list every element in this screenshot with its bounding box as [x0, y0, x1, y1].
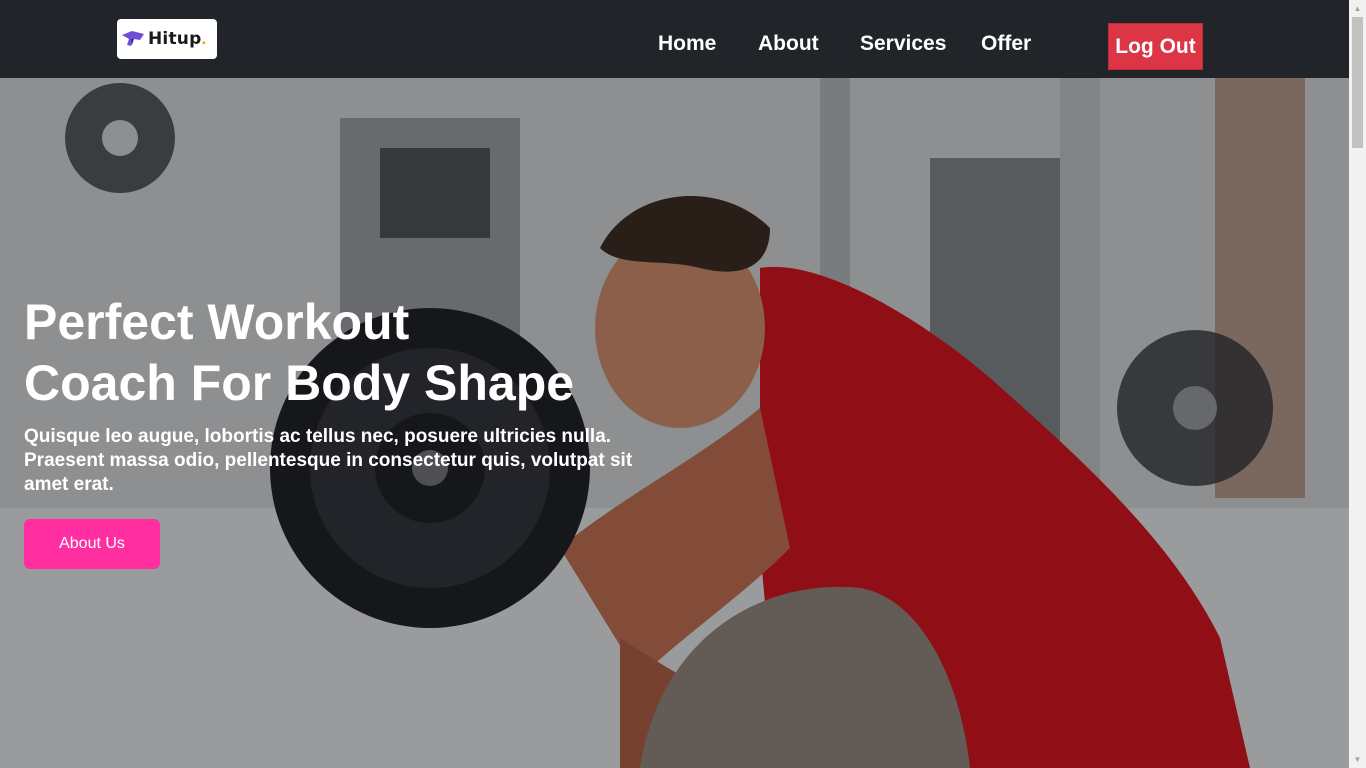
logout-button[interactable]: Log Out [1108, 23, 1203, 70]
hero-title: Perfect Workout Coach For Body Shape [24, 292, 664, 414]
hero-description: Quisque leo augue, lobortis ac tellus ne… [24, 426, 633, 495]
scroll-down-arrow-icon[interactable]: ▼ [1349, 751, 1366, 768]
top-navbar: Hitup. Home About Services Offer Log Out [0, 0, 1349, 78]
brand-dot: . [201, 29, 207, 48]
hero-section: Perfect Workout Coach For Body Shape Qui… [0, 78, 1349, 768]
brand-name: Hitup [148, 29, 202, 49]
nav-services[interactable]: Services [860, 32, 946, 56]
logo-mark-icon [122, 31, 144, 46]
scroll-up-arrow-icon[interactable]: ▲ [1349, 0, 1366, 17]
hero-title-line2: Coach For Body Shape [24, 355, 575, 411]
hero-title-line1: Perfect Workout [24, 294, 410, 350]
page-scrollbar[interactable]: ▲ ▼ [1349, 0, 1366, 768]
about-us-button[interactable]: About Us [24, 519, 160, 569]
brand-logo[interactable]: Hitup. [117, 19, 217, 59]
nav-home[interactable]: Home [658, 32, 716, 56]
nav-offer[interactable]: Offer [981, 32, 1031, 56]
nav-about[interactable]: About [758, 32, 819, 56]
scroll-thumb[interactable] [1352, 17, 1363, 148]
hero-overlay [0, 78, 1349, 768]
